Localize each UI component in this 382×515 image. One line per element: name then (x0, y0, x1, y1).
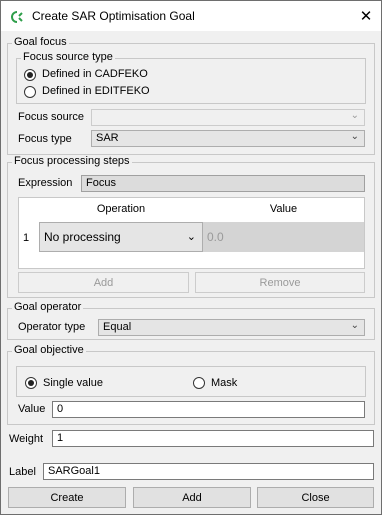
expression-label: Expression (18, 177, 73, 189)
operator-type-value: Equal (103, 321, 132, 333)
window-title: Create SAR Optimisation Goal (32, 9, 195, 23)
operation-value: No processing (44, 230, 121, 244)
objective-type-box: Single value Mask (16, 366, 366, 397)
objective-value-field[interactable]: 0 (52, 401, 365, 418)
title-bar: Create SAR Optimisation Goal ✕ (1, 1, 381, 31)
goal-focus-group: Goal focus Focus source type Defined in … (7, 36, 375, 155)
focus-type-value: SAR (96, 132, 119, 144)
editfeko-radio-label: Defined in EDITFEKO (42, 85, 150, 97)
focus-type-label: Focus type (18, 133, 72, 145)
dialog-window: Create SAR Optimisation Goal ✕ Goal focu… (0, 0, 382, 515)
value-column-header[interactable]: Value (203, 198, 364, 220)
goal-label-field[interactable]: SARGoal1 (43, 463, 374, 480)
objective-value-label: Value (18, 403, 46, 415)
processing-table: Operation Value 1 No processing ⌄ 0.0 (18, 197, 365, 269)
close-window-button[interactable]: ✕ (351, 1, 381, 31)
focus-source-type-group: Focus source type Defined in CADFEKO Def… (16, 51, 366, 104)
mask-radio[interactable] (193, 377, 205, 389)
goal-operator-group: Goal operator Operator type Equal ⌄ (7, 301, 375, 340)
value-cell[interactable]: 0.0 (203, 222, 364, 252)
goal-objective-group: Goal objective Single value Mask Value 0 (7, 344, 375, 425)
chevron-down-icon: ⌄ (186, 231, 196, 243)
focus-processing-group: Focus processing steps Expression Focus … (7, 155, 375, 298)
expression-field[interactable]: Focus (81, 175, 365, 192)
create-button[interactable]: Create (8, 487, 126, 508)
focus-type-select[interactable]: SAR ⌄ (91, 130, 365, 147)
goal-objective-title: Goal objective (12, 344, 86, 356)
editfeko-radio[interactable] (24, 86, 36, 98)
chevron-down-icon: ⌄ (350, 320, 359, 331)
goal-operator-title: Goal operator (12, 301, 84, 313)
operation-column-header[interactable]: Operation (39, 198, 203, 220)
add-step-button[interactable]: Add (18, 272, 189, 293)
app-icon (11, 11, 23, 23)
chevron-down-icon: ⌄ (350, 131, 359, 142)
single-value-radio[interactable] (25, 377, 37, 389)
cadfeko-radio-label: Defined in CADFEKO (42, 68, 148, 80)
cadfeko-radio[interactable] (24, 69, 36, 81)
operator-type-select[interactable]: Equal ⌄ (98, 319, 365, 336)
remove-step-button[interactable]: Remove (195, 272, 365, 293)
single-value-label: Single value (43, 377, 103, 389)
operator-type-label: Operator type (18, 321, 86, 333)
mask-label: Mask (211, 377, 238, 389)
goal-focus-title: Goal focus (12, 36, 69, 48)
chevron-down-icon: ⌄ (350, 110, 359, 121)
operation-select[interactable]: No processing ⌄ (39, 222, 203, 252)
focus-processing-title: Focus processing steps (12, 155, 132, 167)
weight-label: Weight (9, 433, 44, 445)
goal-label-label: Label (9, 466, 36, 478)
weight-field[interactable]: 1 (52, 430, 374, 447)
add-button[interactable]: Add (133, 487, 251, 508)
focus-source-select[interactable]: ⌄ (91, 109, 365, 126)
close-button[interactable]: Close (257, 487, 374, 508)
row-number: 1 (23, 232, 30, 244)
focus-source-type-title: Focus source type (21, 51, 115, 63)
focus-source-label: Focus source (18, 111, 85, 123)
